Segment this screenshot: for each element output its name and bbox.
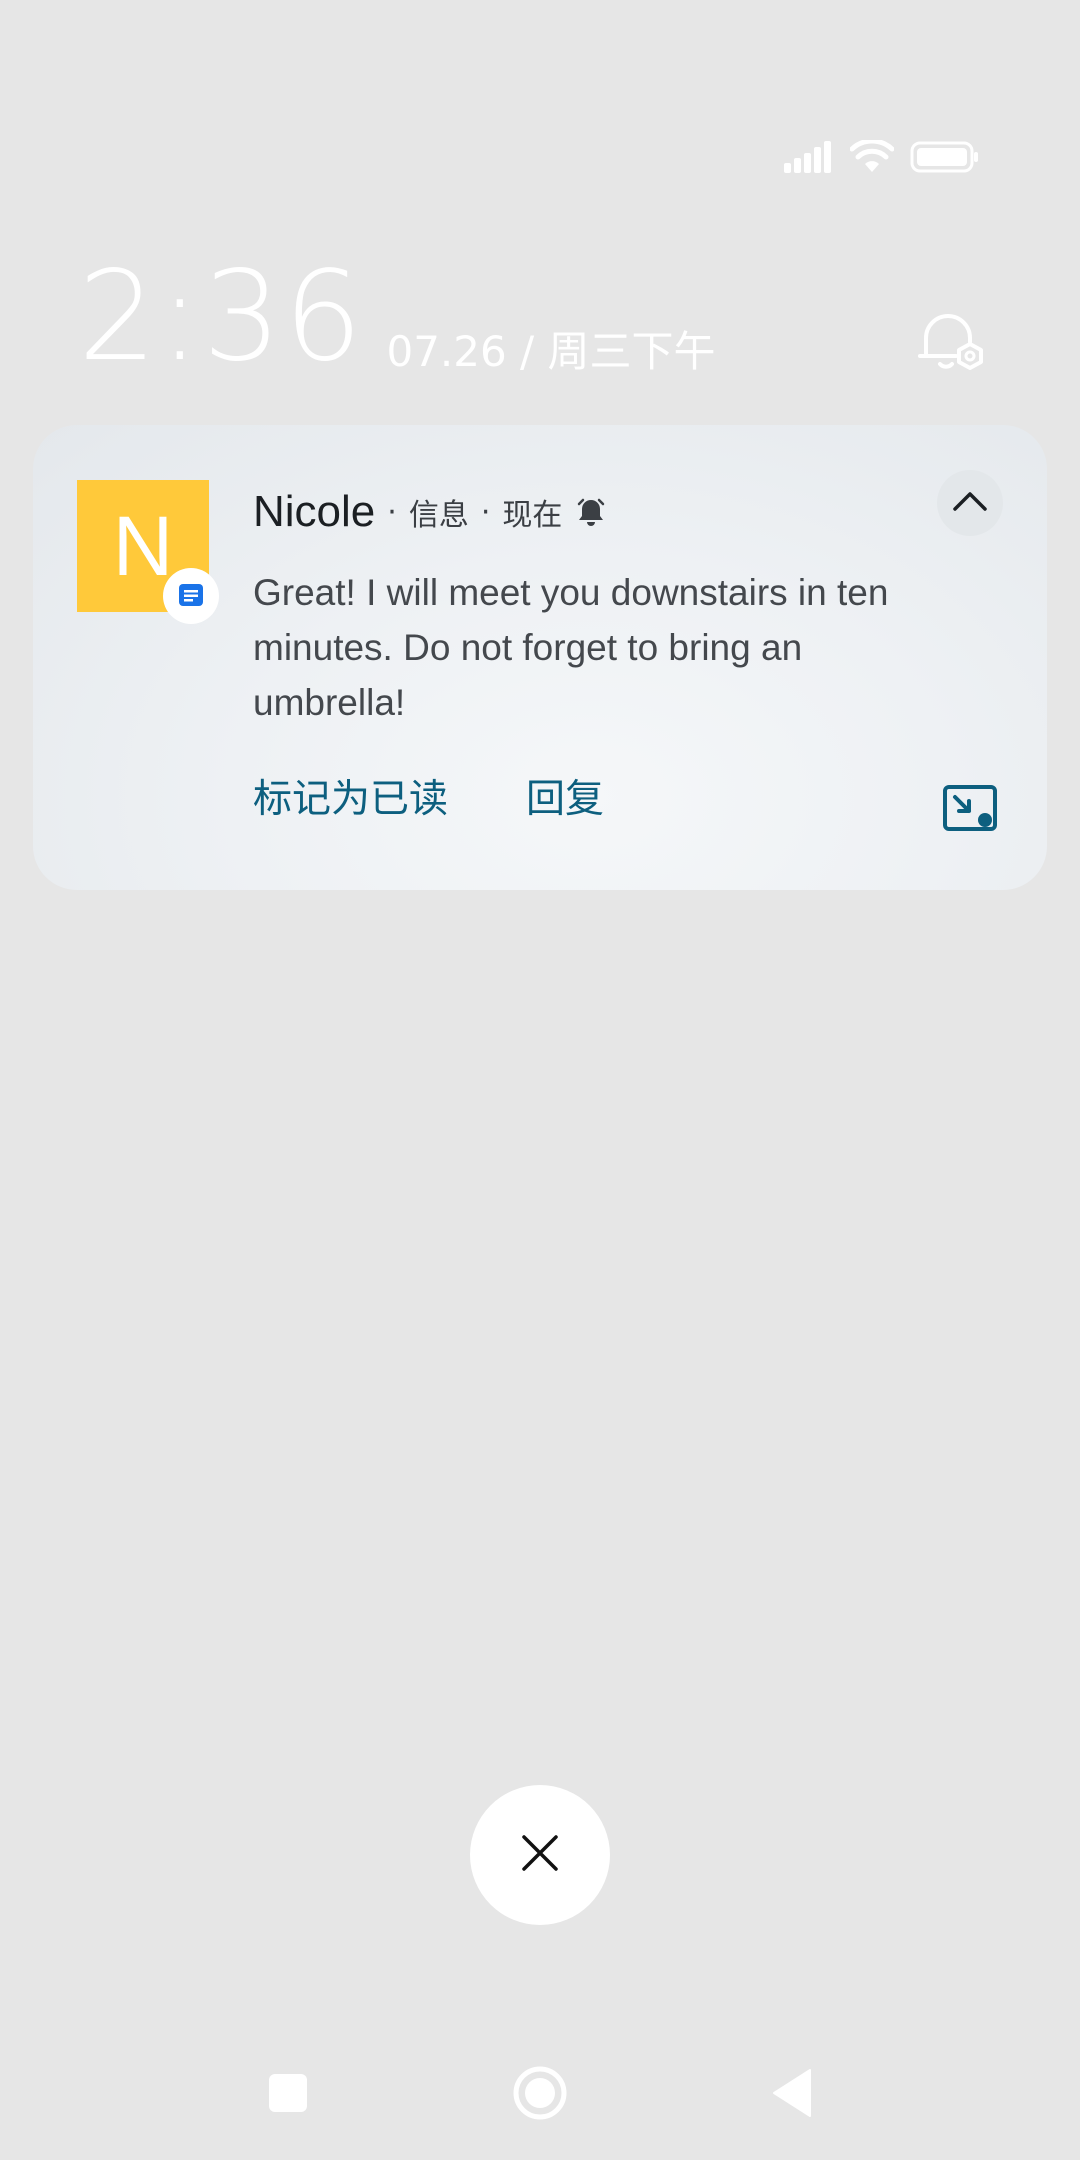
notification-header: Nicole · 信息 · 现在 xyxy=(253,487,606,537)
clock: 2:36 07.26 / 周三下午 xyxy=(78,255,716,379)
open-in-window-icon[interactable] xyxy=(943,785,997,835)
separator-dot: · xyxy=(480,494,491,530)
navigation-bar xyxy=(0,2065,1080,2125)
notification-card[interactable]: N Nicole · 信息 · 现在 Great! I will meet yo… xyxy=(33,425,1047,890)
clock-time: 2:36 xyxy=(78,245,365,389)
signal-icon xyxy=(784,141,834,173)
app-name: 信息 xyxy=(408,498,469,533)
recents-icon xyxy=(267,2072,309,2118)
status-bar xyxy=(784,140,980,174)
lock-screen: 2:36 07.26 / 周三下午 N Nicole · 信息 · 现在 Gre… xyxy=(0,0,1080,2160)
clock-date: 07.26 / 周三下午 xyxy=(386,327,716,376)
dismiss-button[interactable] xyxy=(470,1785,610,1925)
separator-dot: · xyxy=(387,494,397,530)
home-icon xyxy=(512,2065,568,2125)
alarm-settings-icon[interactable] xyxy=(918,308,988,378)
close-icon xyxy=(520,1833,560,1877)
back-icon xyxy=(770,2068,814,2122)
time-label: 现在 xyxy=(502,498,563,533)
bell-icon xyxy=(576,497,606,527)
home-button[interactable] xyxy=(500,2065,580,2125)
message-text: Great! I will meet you downstairs in ten… xyxy=(253,572,889,723)
back-button[interactable] xyxy=(752,2065,832,2125)
reply-button[interactable]: 回复 xyxy=(526,780,604,819)
avatar-letter: N xyxy=(112,499,174,593)
collapse-button[interactable] xyxy=(937,470,1003,536)
mark-as-read-button[interactable]: 标记为已读 xyxy=(253,780,448,819)
messages-icon xyxy=(163,568,219,624)
notification-actions: 标记为已读 回复 xyxy=(253,780,604,819)
wifi-icon xyxy=(850,140,894,174)
recents-button[interactable] xyxy=(248,2065,328,2125)
battery-icon xyxy=(910,141,980,173)
chevron-up-icon xyxy=(952,490,988,516)
sender-name: Nicole xyxy=(253,487,376,536)
